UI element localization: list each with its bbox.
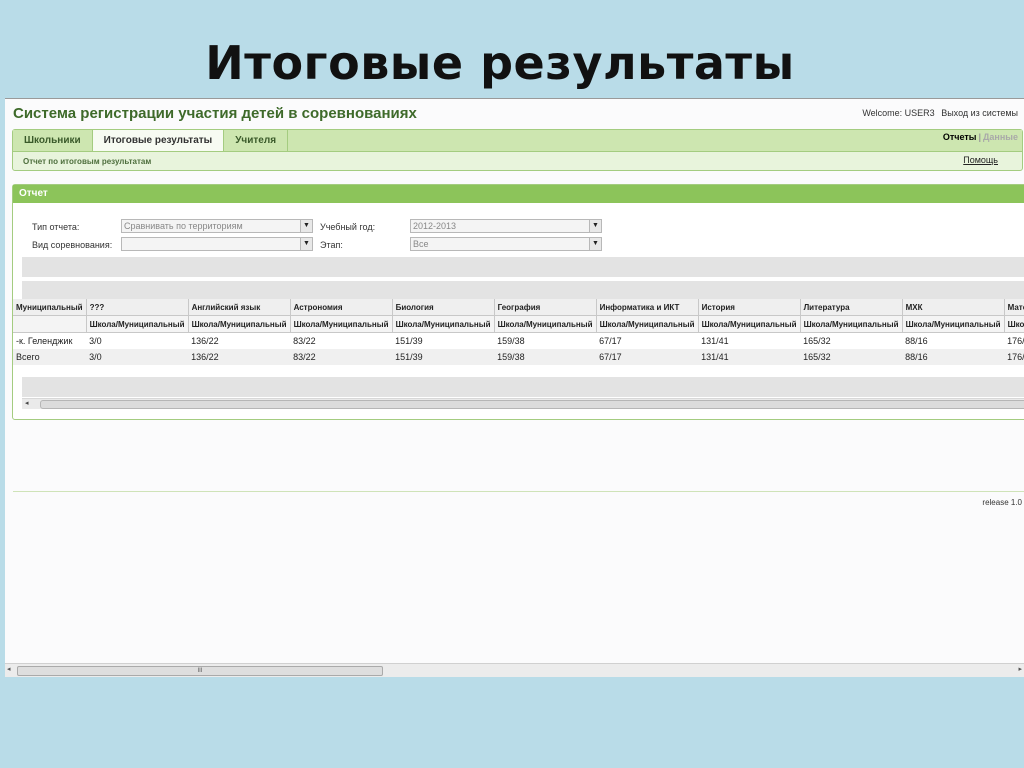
nav-separator: | (978, 132, 982, 142)
table-cell: 3/0 (89, 336, 102, 346)
column-subheader: Школа/Муниципальный (494, 315, 597, 333)
toolbar-strip (22, 257, 1024, 277)
table-cell: 67/17 (596, 349, 699, 365)
stage-value: Все (413, 239, 429, 249)
table-cell: 165/32 (803, 336, 831, 346)
table-cell: 3/0 (86, 349, 189, 365)
tab-teachers[interactable]: Учителя (224, 130, 289, 151)
column-subheader: Шко (1004, 315, 1024, 333)
footer-divider (13, 491, 1024, 492)
column-subheader: Школа/Муниципальный (596, 315, 699, 333)
scroll-left-icon[interactable]: ◂ (25, 399, 29, 407)
main-navigation: Школьники Итоговые результаты Учителя От… (12, 129, 1023, 171)
slide-title: Итоговые результаты (205, 36, 795, 90)
column-subheader: Школа/Муниципальный (902, 315, 1005, 333)
column-subheader: Школа/Муниципальный (86, 315, 189, 333)
competition-label: Вид соревнования: (32, 240, 113, 250)
table-cell: 88/16 (902, 349, 1005, 365)
column-header[interactable]: ??? (86, 299, 189, 316)
report-type-select[interactable]: Сравнивать по территориям ▼ (121, 219, 313, 233)
competition-select[interactable]: ▼ (121, 237, 313, 251)
column-header[interactable]: География (494, 299, 597, 316)
tab-final-results[interactable]: Итоговые результаты (92, 130, 225, 151)
help-link[interactable]: Помощь (963, 155, 998, 165)
year-value: 2012-2013 (413, 221, 457, 231)
tab-students[interactable]: Школьники (13, 130, 93, 151)
report-panel: Отчет Тип отчета: Сравнивать по территор… (12, 184, 1024, 420)
table-row[interactable]: -к. Геленджик 3/0 136/22 83/22 151/39 15… (13, 333, 1024, 350)
table-cell: 83/22 (293, 336, 316, 346)
tab-bar: Школьники Итоговые результаты Учителя (13, 130, 289, 151)
subnav-label[interactable]: Отчет по итоговым результатам (23, 157, 151, 166)
column-header[interactable]: История (698, 299, 801, 316)
column-header[interactable]: Литература (800, 299, 903, 316)
chevron-down-icon[interactable]: ▼ (300, 220, 312, 232)
welcome-user: Welcome: USER3 (862, 108, 935, 118)
grid-scroll-thumb[interactable] (40, 400, 1024, 409)
data-link[interactable]: Данные (983, 132, 1018, 142)
chevron-down-icon[interactable]: ▼ (589, 220, 601, 232)
scroll-left-icon[interactable]: ◂ (7, 665, 11, 673)
welcome-area: Welcome: USER3 Выход из системы (858, 108, 1018, 118)
grid-header-strip (22, 281, 1024, 299)
logout-link[interactable]: Выход из системы (941, 108, 1018, 118)
table-cell: 176/3 (1007, 336, 1024, 346)
column-subheader: Школа/Муниципальный (188, 315, 291, 333)
report-type-label: Тип отчета: (32, 222, 80, 232)
column-subheader: Школа/Муниципальный (800, 315, 903, 333)
table-cell: -к. Геленджик (16, 336, 73, 346)
browser-screen: Система регистрации участия детей в соре… (5, 98, 1024, 677)
table-cell: 136/22 (191, 336, 219, 346)
column-header[interactable]: Биология (392, 299, 495, 316)
column-subheader: Школа/Муниципальный (392, 315, 495, 333)
table-cell: 159/38 (497, 336, 525, 346)
column-subheader: Школа/Муниципальный (290, 315, 393, 333)
column-header[interactable]: Мате (1004, 299, 1024, 316)
results-table: Муниципальный ??? Английский язык Астрон… (13, 299, 1024, 365)
table-header-row: Муниципальный ??? Английский язык Астрон… (13, 299, 1024, 316)
reports-link[interactable]: Отчеты (943, 132, 977, 142)
release-label: release 1.0 (982, 498, 1022, 507)
chevron-down-icon[interactable]: ▼ (300, 238, 312, 250)
year-label: Учебный год: (320, 222, 376, 232)
scroll-right-icon[interactable]: ▸ (1018, 665, 1022, 673)
column-header[interactable]: Информатика и ИКТ (596, 299, 699, 316)
table-cell: 136/22 (188, 349, 291, 365)
table-cell: 176/3 (1004, 349, 1024, 365)
grip-icon: III (197, 668, 203, 674)
chevron-down-icon[interactable]: ▼ (589, 238, 601, 250)
app-title: Система регистрации участия детей в соре… (13, 105, 417, 122)
table-cell: 67/17 (599, 336, 622, 346)
year-select[interactable]: 2012-2013 ▼ (410, 219, 602, 233)
page-scroll-thumb[interactable]: III (17, 666, 383, 676)
column-header[interactable]: Муниципальный (13, 299, 87, 316)
table-cell: 131/41 (698, 349, 801, 365)
table-cell: 151/39 (392, 349, 495, 365)
column-header[interactable]: МХК (902, 299, 1005, 316)
grid-scrollbar[interactable]: ◂ (22, 398, 1024, 409)
column-subheader: Школа/Муниципальный (698, 315, 801, 333)
grid-footer-strip (22, 377, 1024, 397)
nav-right-links: Отчеты | Данные (943, 132, 1018, 142)
column-header[interactable]: Астрономия (290, 299, 393, 316)
table-subheader-row: Школа/Муниципальный Школа/Муниципальный … (13, 315, 1024, 333)
report-header: Отчет (13, 185, 1024, 203)
table-cell: 151/39 (395, 336, 423, 346)
table-cell: 131/41 (701, 336, 729, 346)
column-header[interactable]: Английский язык (188, 299, 291, 316)
column-subheader (13, 315, 87, 333)
table-row[interactable]: Всего 3/0 136/22 83/22 151/39 159/38 67/… (13, 349, 1024, 365)
table-cell: 83/22 (290, 349, 393, 365)
report-type-value: Сравнивать по территориям (124, 221, 243, 231)
table-cell: 165/32 (800, 349, 903, 365)
page-scrollbar[interactable]: ◂ III ▸ (5, 663, 1024, 677)
table-cell: 88/16 (905, 336, 928, 346)
table-cell: Всего (13, 349, 87, 365)
stage-select[interactable]: Все ▼ (410, 237, 602, 251)
stage-label: Этап: (320, 240, 343, 250)
table-cell: 159/38 (494, 349, 597, 365)
